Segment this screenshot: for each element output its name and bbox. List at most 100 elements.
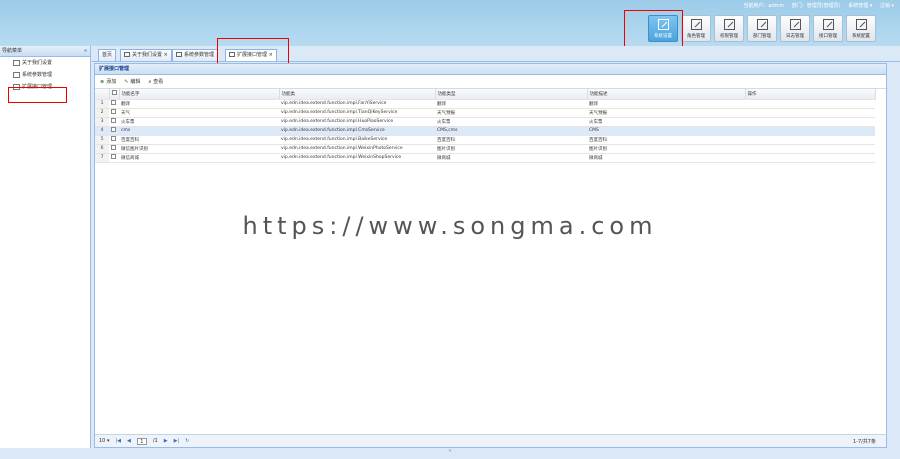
tab-about[interactable]: 关于我们设置 × — [120, 49, 172, 61]
table-row[interactable]: 1 翻译 vip.edn.idea.extend.function.impl.F… — [95, 99, 875, 109]
cell-type: 百度百科 — [435, 135, 587, 145]
search-button[interactable]: ⌕ 查看 — [148, 78, 163, 85]
page-number-input[interactable]: 1 — [136, 437, 147, 445]
col-header-action[interactable]: 操作 — [745, 89, 876, 100]
logout-menu[interactable]: 注销 ▾ — [880, 3, 894, 9]
list-icon — [855, 19, 867, 30]
folder-icon — [13, 60, 20, 66]
tool-permission-management-button[interactable]: 权限管理 — [714, 15, 744, 42]
panel-title: 扩展接口管理 — [95, 64, 886, 75]
cell-action — [745, 99, 875, 109]
cell-class: vip.edn.idea.extend.function.impl.Weixin… — [279, 153, 435, 163]
cell-name: cms — [119, 126, 279, 136]
col-header-class[interactable]: 功能类 — [279, 89, 436, 100]
row-number: 1 — [95, 99, 109, 109]
add-button[interactable]: ⊕ 添加 — [100, 78, 116, 85]
cell-type: CMS,cms — [435, 126, 587, 136]
row-number: 5 — [95, 135, 109, 145]
edit-icon — [723, 19, 735, 30]
tool-department-management-button[interactable]: 部门管理 — [747, 15, 777, 42]
sidebar-item-about[interactable]: 关于我们设置 — [0, 57, 90, 69]
search-icon: ⌕ — [148, 79, 152, 85]
cell-name: 百度百科 — [119, 135, 279, 145]
row-number: 2 — [95, 108, 109, 118]
cell-action — [745, 117, 875, 127]
pencil-icon: ✎ — [124, 79, 129, 85]
cell-name: 天气 — [119, 108, 279, 118]
table-row[interactable]: 5 百度百科 vip.edn.idea.extend.function.impl… — [95, 135, 875, 145]
current-user: 当前用户：admin — [743, 3, 785, 9]
sidebar: 导航菜单 « 关于我们设置 系统参数管理 扩展接口管理 — [0, 46, 91, 459]
row-checkbox[interactable] — [109, 144, 119, 154]
cell-class: vip.edn.idea.extend.function.impl.CmsSer… — [279, 126, 435, 136]
data-grid: 功能名字 功能类 功能类型 功能描述 操作 1 翻译 vip.edn.idea.… — [95, 89, 876, 163]
cell-desc: CMS — [587, 126, 745, 136]
cell-name: 微信图片识别 — [119, 144, 279, 154]
edit-icon — [690, 19, 702, 30]
edit-icon — [756, 19, 768, 30]
grid-toolbar: ⊕ 添加 ✎ 编辑 ⌕ 查看 — [95, 75, 886, 89]
add-icon: ⊕ — [100, 79, 105, 85]
highlight-box — [217, 38, 289, 66]
next-page-button[interactable]: ▶ — [164, 438, 168, 444]
total-pages: /1 — [152, 438, 158, 444]
row-number: 7 — [95, 153, 109, 163]
tool-interface-management-button[interactable]: 接口管理 — [813, 15, 843, 42]
cell-type: 微商城 — [435, 153, 587, 163]
bottom-collapse-bar[interactable]: « — [0, 448, 900, 459]
cell-type: 图片识别 — [435, 144, 587, 154]
row-number-header — [95, 89, 110, 100]
current-department: 部门：管理员(管理员) — [791, 3, 841, 9]
pagination-bar: 10 ▾ |◀ ◀ 1 /1 ▶ ▶| ↻ 1-7/共7条 — [95, 434, 886, 447]
top-status-bar: 当前用户：admin 部门：管理员(管理员) 系统管理 ▾ 注销 ▾ — [737, 2, 894, 9]
cell-action — [745, 153, 875, 163]
row-checkbox[interactable] — [109, 135, 119, 145]
row-checkbox[interactable] — [109, 108, 119, 118]
last-page-button[interactable]: ▶| — [174, 438, 180, 444]
tab-home[interactable]: 首页 — [98, 49, 117, 61]
row-number: 3 — [95, 117, 109, 127]
select-all-checkbox[interactable] — [109, 89, 120, 100]
tool-role-management-button[interactable]: 角色管理 — [681, 15, 711, 42]
row-checkbox[interactable] — [109, 126, 119, 136]
col-header-name[interactable]: 功能名字 — [119, 89, 280, 100]
table-row[interactable]: 3 火车票 vip.edn.idea.extend.function.impl.… — [95, 117, 875, 127]
table-row[interactable]: 6 微信图片识别 vip.edn.idea.extend.function.im… — [95, 144, 875, 154]
edit-button[interactable]: ✎ 编辑 — [124, 78, 140, 85]
prev-page-button[interactable]: ◀ — [127, 438, 131, 444]
sidebar-header: 导航菜单 « — [0, 46, 90, 57]
tab-system-params[interactable]: 系统参数管理 — [172, 49, 219, 61]
cell-action — [745, 144, 875, 154]
cell-class: vip.edn.idea.extend.function.impl.BaikeS… — [279, 135, 435, 145]
cell-desc: 天气预报 — [587, 108, 745, 118]
cell-action — [745, 126, 875, 136]
tool-log-management-button[interactable]: 日志管理 — [780, 15, 810, 42]
system-menu[interactable]: 系统管理 ▾ — [848, 3, 872, 9]
page-size-select[interactable]: 10 ▾ — [99, 438, 109, 444]
table-row[interactable]: 2 天气 vip.edn.idea.extend.function.impl.T… — [95, 108, 875, 118]
cell-desc: 火车票 — [587, 117, 745, 127]
col-header-desc[interactable]: 功能描述 — [587, 89, 746, 100]
row-checkbox[interactable] — [109, 153, 119, 163]
cell-class: vip.edn.idea.extend.function.impl.TianQi… — [279, 108, 435, 118]
row-checkbox[interactable] — [109, 99, 119, 109]
first-page-button[interactable]: |◀ — [115, 438, 121, 444]
cell-name: 火车票 — [119, 117, 279, 127]
chevron-down-icon: « — [448, 448, 452, 454]
row-number: 6 — [95, 144, 109, 154]
pagination-info: 1-7/共7条 — [852, 438, 876, 445]
edit-icon — [822, 19, 834, 30]
sidebar-item-system-params[interactable]: 系统参数管理 — [0, 69, 90, 81]
cell-desc: 图片识别 — [587, 144, 745, 154]
table-row-selected[interactable]: 4 cms vip.edn.idea.extend.function.impl.… — [95, 126, 875, 136]
refresh-icon[interactable]: ↻ — [185, 438, 189, 444]
collapse-sidebar-icon[interactable]: « — [84, 46, 87, 57]
row-checkbox[interactable] — [109, 117, 119, 127]
sidebar-title: 导航菜单 — [2, 48, 23, 54]
col-header-type[interactable]: 功能类型 — [435, 89, 588, 100]
table-row[interactable]: 7 微信商城 vip.edn.idea.extend.function.impl… — [95, 153, 875, 163]
cell-desc: 翻译 — [587, 99, 745, 109]
main-panel: 扩展接口管理 ⊕ 添加 ✎ 编辑 ⌕ 查看 功能名字 功能类 功能类型 功能描述 操作… — [94, 63, 887, 448]
tool-system-config-button[interactable]: 系统配置 — [846, 15, 876, 42]
cell-name: 翻译 — [119, 99, 279, 109]
